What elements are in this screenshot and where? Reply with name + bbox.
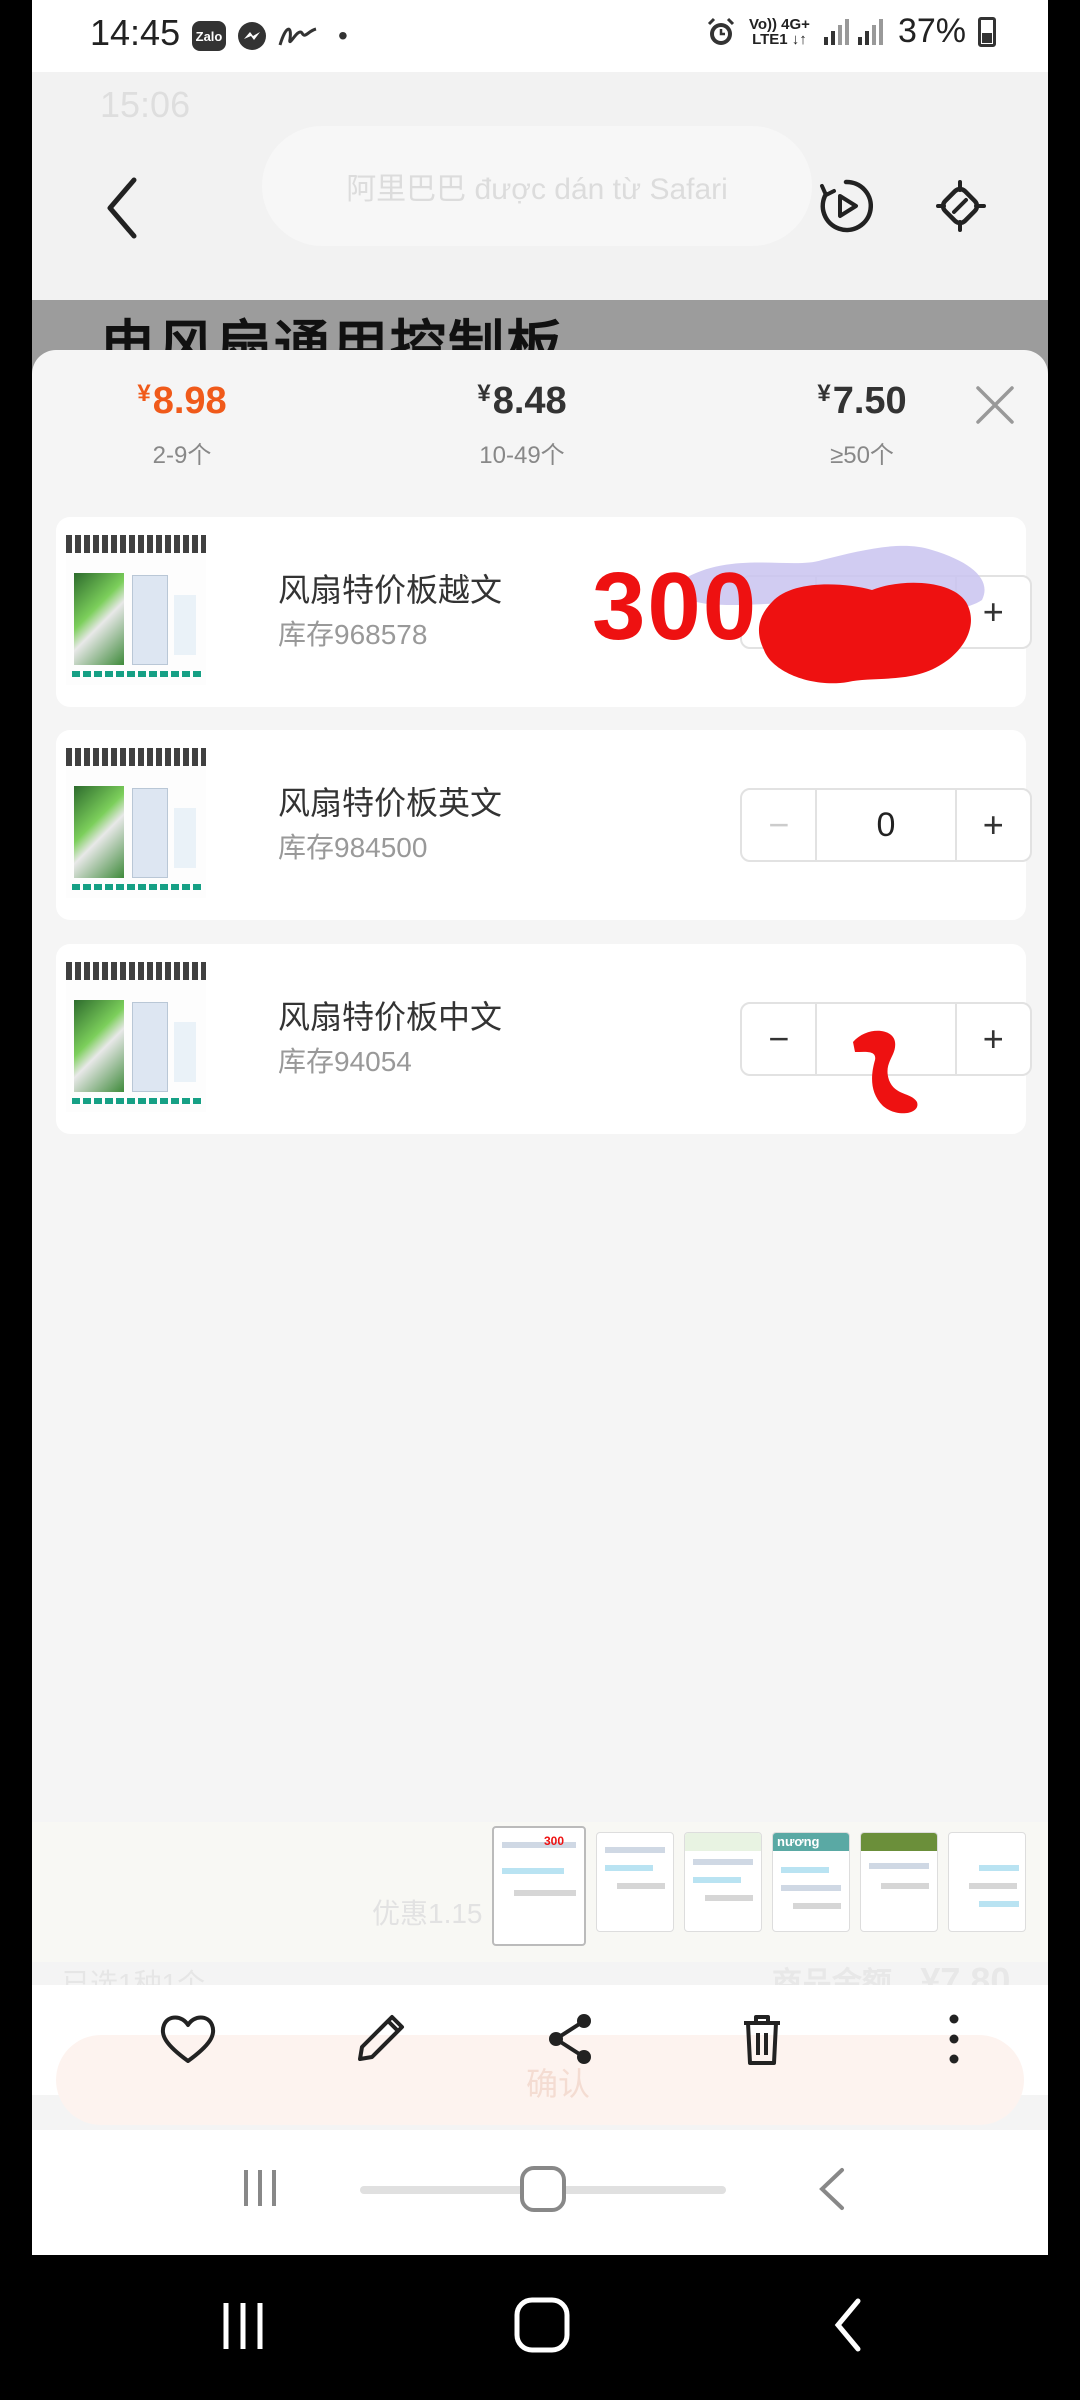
increment-button[interactable]: +	[957, 790, 1030, 860]
status-indicators: Vo)) 4G+ LTE1 ↓↑ 37%	[705, 12, 996, 51]
tier-price-value: 8.48	[492, 380, 567, 422]
tier-range: ≥50个	[830, 442, 894, 469]
battery-percent: 37%	[897, 12, 966, 50]
trash-icon[interactable]	[730, 2007, 794, 2071]
thumbnail-selected[interactable]: 300	[492, 1826, 586, 1946]
sku-item: 风扇特价板英文 库存984500 − 0 +	[56, 730, 1032, 920]
tier-range: 2-9个	[152, 442, 212, 469]
item-stock: 库存968578	[278, 619, 428, 650]
messenger-icon	[238, 22, 266, 50]
ghost-discount: 优惠1.15	[372, 1898, 483, 1929]
thumbnail-label: 300	[544, 1834, 565, 1848]
quantity-value[interactable]: 0	[815, 790, 957, 860]
status-time: 14:45	[90, 12, 181, 53]
price-tier: ¥7.50 ≥50个	[752, 380, 972, 470]
back-button[interactable]	[92, 168, 152, 248]
in-image-nav-bar	[32, 2130, 1048, 2255]
tier-price: ¥8.48	[412, 380, 632, 423]
battery-icon	[978, 16, 996, 47]
share-icon[interactable]	[538, 2007, 602, 2071]
image-viewer: 14:45 Zalo • Vo)) 4G+ LTE1 ↓↑ 37% 15:06 …	[32, 0, 1048, 2255]
ghost-address-bar: 阿里巴巴 được dán từ Safari	[262, 126, 812, 246]
recents-button[interactable]	[216, 2299, 270, 2353]
alarm-icon	[707, 17, 735, 45]
thumbnail[interactable]: nương	[772, 1832, 850, 1932]
zalo-icon: Zalo	[192, 21, 226, 51]
thumbnail-label: nương	[777, 1834, 820, 1849]
motion-photo-icon[interactable]	[816, 176, 876, 236]
more-icon[interactable]	[922, 2007, 986, 2071]
quantity-annotation: 300	[592, 553, 759, 660]
item-name: 风扇特价板英文	[278, 785, 503, 821]
signature-icon	[278, 27, 317, 46]
system-nav-bar	[0, 2255, 1080, 2400]
network-indicator: Vo)) 4G+ LTE1 ↓↑	[749, 17, 810, 47]
edit-icon[interactable]	[348, 2007, 412, 2071]
home-button[interactable]	[512, 2295, 572, 2355]
remaster-icon[interactable]	[930, 176, 990, 236]
thumbnail[interactable]	[684, 1832, 762, 1932]
status-app-icons: Zalo •	[192, 20, 348, 52]
network-top: Vo)) 4G+	[748, 15, 810, 33]
item-stock: 库存94054	[278, 1046, 412, 1077]
status-bar: 14:45 Zalo • Vo)) 4G+ LTE1 ↓↑ 37%	[32, 0, 1048, 72]
tier-price-value: 8.98	[152, 380, 227, 422]
decrement-button[interactable]: −	[742, 1004, 815, 1074]
network-bottom: LTE1 ↓↑	[752, 30, 807, 48]
product-thumbnail	[66, 535, 206, 685]
back-icon	[819, 2168, 844, 2210]
tier-price-value: 7.50	[832, 380, 907, 422]
thumbnail[interactable]	[948, 1832, 1026, 1932]
ghost-time: 15:06	[100, 84, 191, 125]
thumbnail[interactable]	[860, 1832, 938, 1932]
thumbnail-strip: 优惠1.15 300 nương	[32, 1822, 1048, 1962]
close-icon[interactable]	[972, 382, 1018, 428]
browser-header: 15:06 阿里巴巴 được dán từ Safari	[32, 72, 1048, 300]
home-icon	[520, 2166, 566, 2212]
product-thumbnail	[66, 748, 206, 898]
price-tier: ¥8.48 10-49个	[412, 380, 632, 470]
thumbnail-list: 300 nương	[492, 1826, 1026, 1946]
thumbnail[interactable]	[596, 1832, 674, 1932]
recents-icon	[244, 2170, 276, 2206]
red-scribble-small	[853, 1030, 918, 1114]
quantity-stepper: − 0 +	[740, 788, 1032, 862]
item-name: 风扇特价板中文	[278, 999, 503, 1035]
tier-price: ¥8.98	[72, 380, 292, 423]
tier-currency: ¥	[137, 380, 151, 407]
red-scribble	[758, 582, 971, 684]
tier-range: 10-49个	[479, 442, 565, 469]
increment-button[interactable]: +	[957, 1004, 1030, 1074]
item-stock: 库存984500	[278, 832, 428, 863]
gallery-action-bar: 确认	[32, 1985, 1048, 2125]
item-name: 风扇特价板越文	[278, 572, 503, 608]
decrement-button[interactable]: −	[742, 790, 815, 860]
price-tier: ¥8.98 2-9个	[72, 380, 292, 470]
screen: 14:45 Zalo • Vo)) 4G+ LTE1 ↓↑ 37% 15:06 …	[0, 0, 1080, 2400]
tier-price: ¥7.50	[752, 380, 972, 423]
back-button[interactable]	[828, 2295, 868, 2355]
signal-icon	[823, 18, 883, 45]
tier-currency: ¥	[817, 380, 831, 407]
heart-icon[interactable]	[156, 2007, 220, 2071]
tier-currency: ¥	[477, 380, 491, 407]
notification-dot: •	[338, 20, 348, 51]
product-thumbnail	[66, 962, 206, 1112]
